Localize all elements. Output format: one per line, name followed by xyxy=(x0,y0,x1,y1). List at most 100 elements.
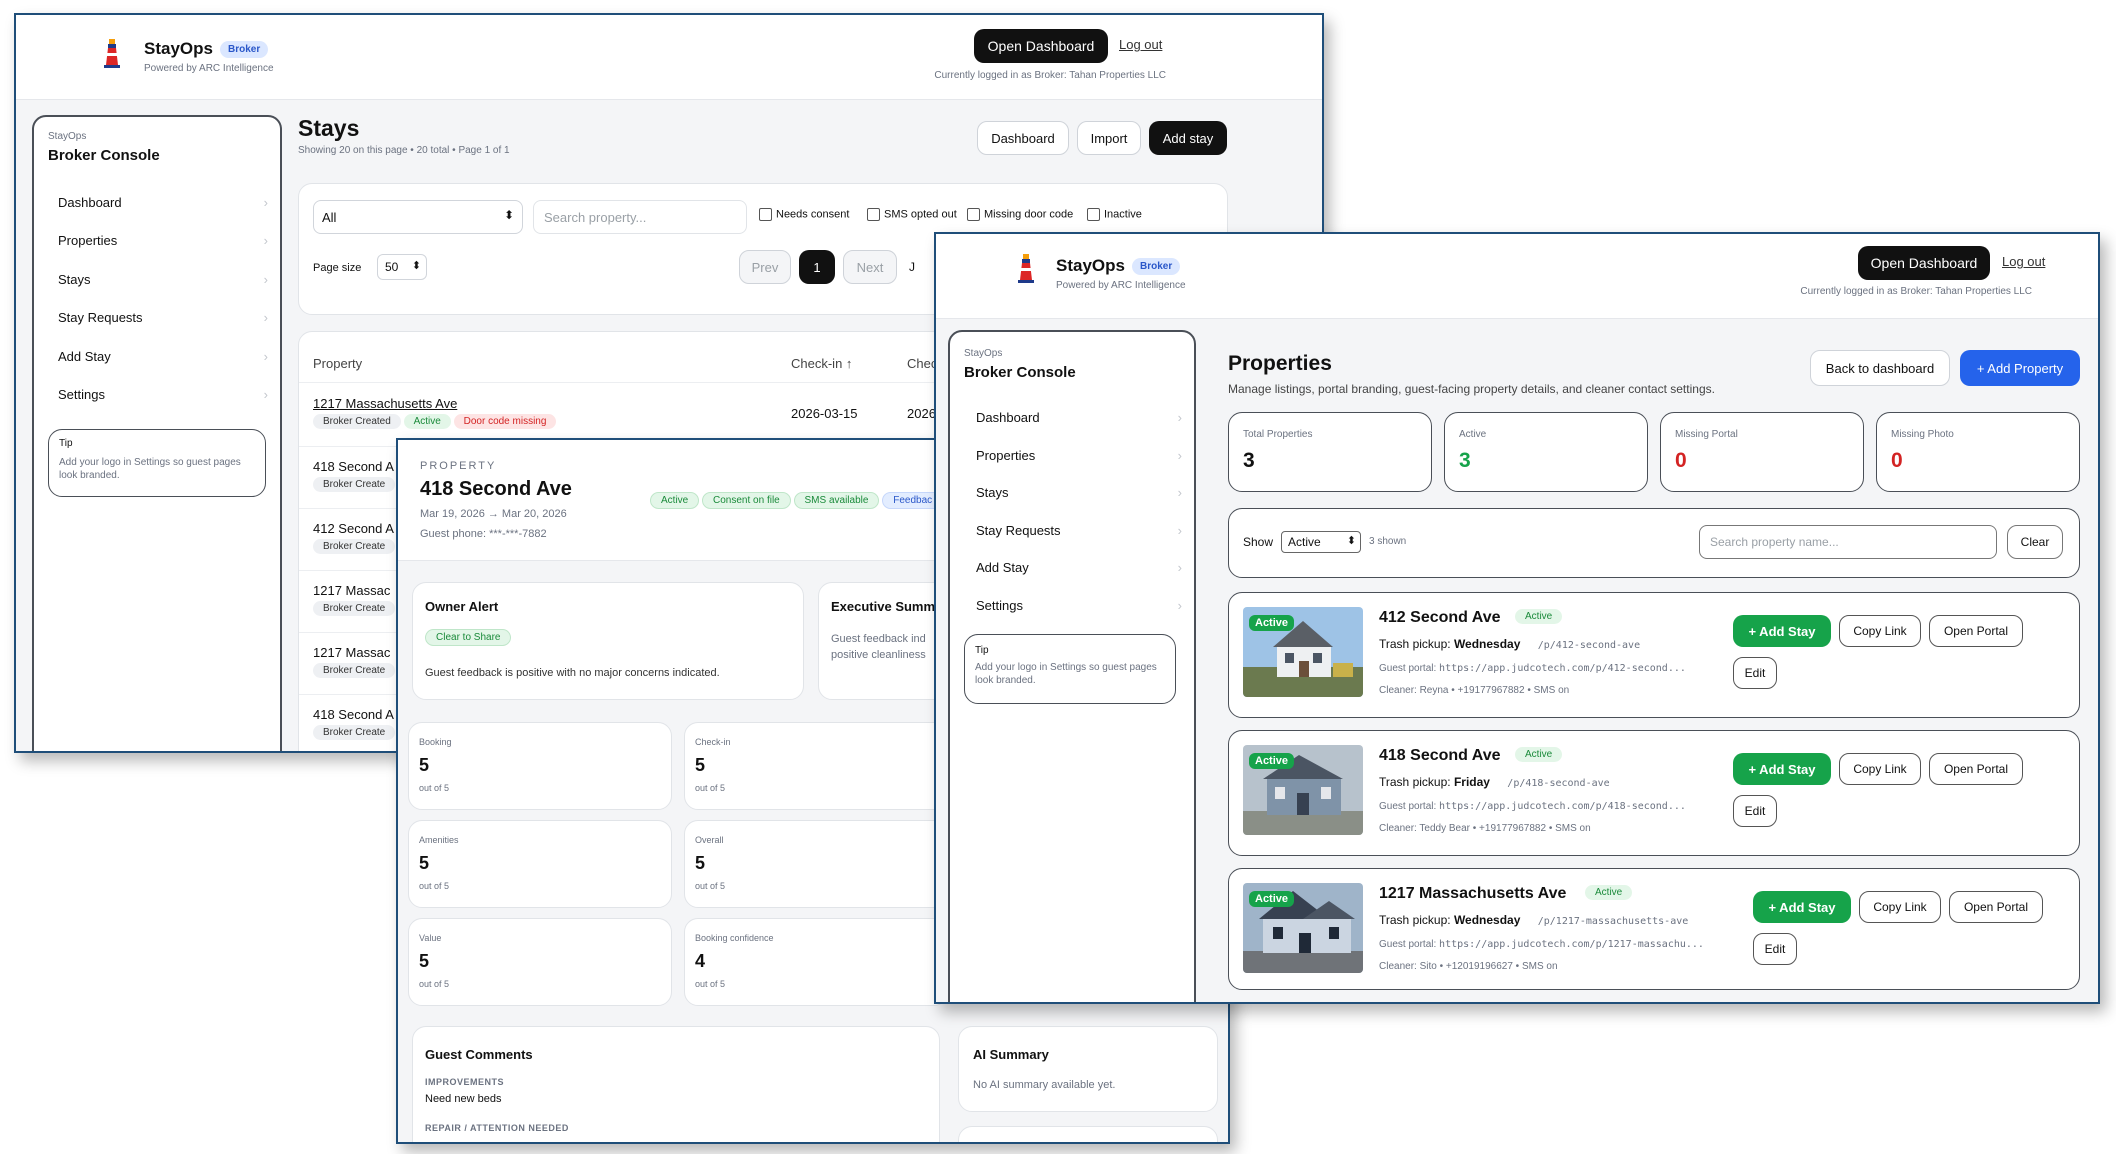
next-page-button[interactable]: Next xyxy=(843,250,897,284)
add-property-button[interactable]: + Add Property xyxy=(1960,350,2080,386)
lighthouse-logo-icon xyxy=(104,39,120,68)
row-property[interactable]: 1217 Massac xyxy=(313,583,390,598)
sidebar-item-settings[interactable]: Settings › xyxy=(58,387,268,402)
sidebar-item-add-stay[interactable]: Add Stay › xyxy=(58,349,268,364)
open-dashboard-button[interactable]: Open Dashboard xyxy=(974,29,1108,63)
dashboard-button[interactable]: Dashboard xyxy=(977,121,1069,155)
property-status-pill: Active xyxy=(1515,609,1563,624)
photo-active-badge: Active xyxy=(1249,891,1295,907)
needs-consent-checkbox[interactable]: Needs consent xyxy=(759,208,849,221)
chevron-right-icon: › xyxy=(1177,410,1182,425)
col-header-checkout[interactable]: Chec xyxy=(907,356,937,371)
score-card-booking-confidence: Booking confidence 4 out of 5 xyxy=(684,918,948,1006)
row-property[interactable]: 1217 Massachusetts Ave xyxy=(313,396,457,411)
page-size-select[interactable]: 50 ⬍ xyxy=(377,254,427,280)
chevron-right-icon: › xyxy=(1177,560,1182,575)
sidebar-item-dashboard[interactable]: Dashboard › xyxy=(976,410,1182,425)
search-input[interactable]: Search property... xyxy=(533,200,747,234)
page-size-label: Page size xyxy=(313,262,362,274)
sidebar-item-properties[interactable]: Properties › xyxy=(976,448,1182,463)
chevron-right-icon: › xyxy=(263,272,268,287)
active-pill: Active xyxy=(650,492,700,509)
open-dashboard-button[interactable]: Open Dashboard xyxy=(1858,246,1990,280)
logout-link[interactable]: Log out xyxy=(2002,254,2045,269)
stat-active: Active 3 xyxy=(1444,412,1648,492)
add-stay-button[interactable]: Add stay xyxy=(1149,121,1227,155)
clear-button[interactable]: Clear xyxy=(2007,525,2063,559)
add-stay-button[interactable]: + Add Stay xyxy=(1733,753,1831,785)
chevron-right-icon: › xyxy=(1177,448,1182,463)
edit-button[interactable]: Edit xyxy=(1753,933,1797,965)
chevron-right-icon: › xyxy=(1177,485,1182,500)
stat-missing-photo: Missing Photo 0 xyxy=(1876,412,2080,492)
ai-summary-card: AI Summary No AI summary available yet. xyxy=(958,1026,1218,1112)
sidebar-app-name: StayOps xyxy=(964,348,1003,359)
status-select[interactable]: All ⬍ xyxy=(313,200,523,234)
extra-card xyxy=(958,1126,1218,1142)
property-search-input[interactable]: Search property name... xyxy=(1699,525,1997,559)
brand-name: StayOps xyxy=(144,39,213,58)
trash-pickup: Trash pickup: Wednesday /p/412-second-av… xyxy=(1379,637,1641,651)
sidebar-item-properties[interactable]: Properties › xyxy=(58,233,268,248)
score-card-value: Value 5 out of 5 xyxy=(408,918,672,1006)
sidebar-item-add-stay[interactable]: Add Stay › xyxy=(976,560,1182,575)
owner-alert-title: Owner Alert xyxy=(425,599,499,614)
row-property[interactable]: 412 Second A xyxy=(313,521,394,536)
edit-button[interactable]: Edit xyxy=(1733,795,1777,827)
missing-door-code-checkbox[interactable]: Missing door code xyxy=(967,208,1073,221)
property-eyebrow: PROPERTY xyxy=(420,460,497,472)
property-name: 418 Second Ave xyxy=(1379,747,1501,764)
sidebar-item-stay-requests[interactable]: Stay Requests › xyxy=(58,310,268,325)
sms-opted-out-checkbox[interactable]: SMS opted out xyxy=(867,208,957,221)
guest-portal: Guest portal: https://app.judcotech.com/… xyxy=(1379,939,1704,950)
page-1-button[interactable]: 1 xyxy=(799,250,835,284)
cleaner-info: Cleaner: Teddy Bear • +19177967882 • SMS… xyxy=(1379,823,1591,834)
sidebar-item-stay-requests[interactable]: Stay Requests › xyxy=(976,523,1182,538)
chevron-right-icon: › xyxy=(263,349,268,364)
edit-button[interactable]: Edit xyxy=(1733,657,1777,689)
broker-badge: Broker xyxy=(1132,258,1181,275)
status-badge: Broker Create xyxy=(313,601,396,616)
inactive-checkbox[interactable]: Inactive xyxy=(1087,208,1142,221)
logout-link[interactable]: Log out xyxy=(1119,37,1162,52)
stat-missing-portal: Missing Portal 0 xyxy=(1660,412,1864,492)
property-card: Active 418 Second Ave Active Trash picku… xyxy=(1228,730,2080,856)
consent-pill: Consent on file xyxy=(702,492,791,509)
page-title: Properties xyxy=(1228,352,1332,375)
row-checkin: 2026-03-15 xyxy=(791,406,858,421)
copy-link-button[interactable]: Copy Link xyxy=(1839,753,1921,785)
property-status-pill: Active xyxy=(1515,747,1563,762)
shown-count: 3 shown xyxy=(1369,536,1407,547)
copy-link-button[interactable]: Copy Link xyxy=(1839,615,1921,647)
col-header-property[interactable]: Property xyxy=(313,356,362,371)
copy-link-button[interactable]: Copy Link xyxy=(1859,891,1941,923)
guest-portal: Guest portal: https://app.judcotech.com/… xyxy=(1379,663,1686,674)
import-button[interactable]: Import xyxy=(1077,121,1141,155)
sidebar: StayOps Broker Console Dashboard › Proper… xyxy=(948,330,1196,1002)
back-to-dashboard-button[interactable]: Back to dashboard xyxy=(1810,350,1950,386)
photo-active-badge: Active xyxy=(1249,615,1295,631)
select-arrow-icon: ⬍ xyxy=(1346,535,1356,547)
row-property[interactable]: 418 Second A xyxy=(313,459,394,474)
property-title: 418 Second Ave xyxy=(420,478,572,500)
row-property[interactable]: 418 Second A xyxy=(313,707,394,722)
select-arrow-icon: ⬍ xyxy=(503,208,514,222)
sidebar-item-stays[interactable]: Stays › xyxy=(58,272,268,287)
prev-page-button[interactable]: Prev xyxy=(739,250,791,284)
add-stay-button[interactable]: + Add Stay xyxy=(1733,615,1831,647)
improvements-label: IMPROVEMENTS xyxy=(425,1077,505,1087)
add-stay-button[interactable]: + Add Stay xyxy=(1753,891,1851,923)
score-card-checkin: Check-in 5 out of 5 xyxy=(684,722,948,810)
col-header-checkin[interactable]: Check-in ↑ xyxy=(791,356,852,371)
open-portal-button[interactable]: Open Portal xyxy=(1929,615,2023,647)
page-title: Stays xyxy=(298,115,360,141)
sidebar-item-settings[interactable]: Settings › xyxy=(976,598,1182,613)
open-portal-button[interactable]: Open Portal xyxy=(1929,753,2023,785)
row-property[interactable]: 1217 Massac xyxy=(313,645,390,660)
sidebar-item-dashboard[interactable]: Dashboard › xyxy=(58,195,268,210)
open-portal-button[interactable]: Open Portal xyxy=(1949,891,2043,923)
guest-comments-title: Guest Comments xyxy=(425,1047,533,1062)
show-select[interactable]: Active ⬍ xyxy=(1281,531,1361,553)
guest-portal: Guest portal: https://app.judcotech.com/… xyxy=(1379,801,1686,812)
sidebar-item-stays[interactable]: Stays › xyxy=(976,485,1182,500)
